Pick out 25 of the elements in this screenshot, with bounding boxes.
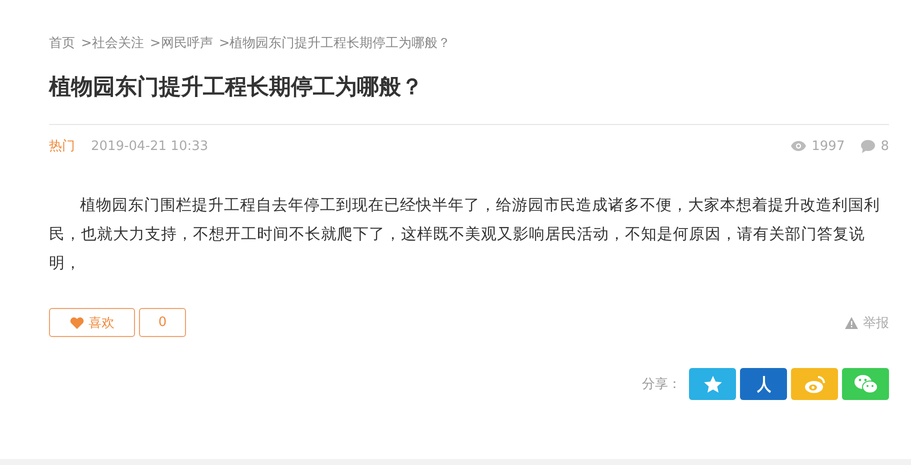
share-label: 分享： (642, 376, 681, 393)
person-icon (756, 375, 770, 393)
star-icon (702, 374, 722, 394)
report-link[interactable]: 举报 (845, 314, 889, 332)
hot-tag: 热门 (49, 137, 75, 155)
view-count: 1997 (812, 138, 845, 154)
breadcrumb-link[interactable]: 首页 (49, 34, 75, 52)
share-button[interactable] (689, 368, 736, 400)
chat-bubbles-icon (854, 374, 878, 394)
warning-icon (845, 316, 858, 328)
eye-icon (790, 141, 806, 151)
comment-count: 8 (880, 138, 889, 154)
heart-icon (70, 316, 84, 328)
like-count-button[interactable]: 0 (139, 308, 186, 337)
publish-date: 2019-04-21 10:33 (91, 138, 208, 154)
breadcrumb-link[interactable]: >社会关注 (81, 34, 144, 52)
breadcrumb-link[interactable]: >网民呼声 (150, 34, 213, 52)
eye-swirl-icon (804, 374, 826, 394)
comment-icon (860, 140, 875, 152)
breadcrumb-link[interactable]: >植物园东门提升工程长期停工为哪般？ (218, 34, 451, 52)
like-button[interactable]: 喜欢 (49, 308, 135, 337)
share-button[interactable] (740, 368, 787, 400)
share-button[interactable] (842, 368, 889, 400)
article-body: 植物园东门围栏提升工程自去年停工到现在已经快半年了，给游园市民造成诸多不便，大家本想着提升改造利国利民，也就大力支持，不想开工时间不长就爬下了，这样既不美观又影响居民活动，不知是何原因，请有关部门答复说明， (49, 195, 881, 274)
article-title: 植物园东门提升工程长期停工为哪般？ (49, 74, 424, 102)
